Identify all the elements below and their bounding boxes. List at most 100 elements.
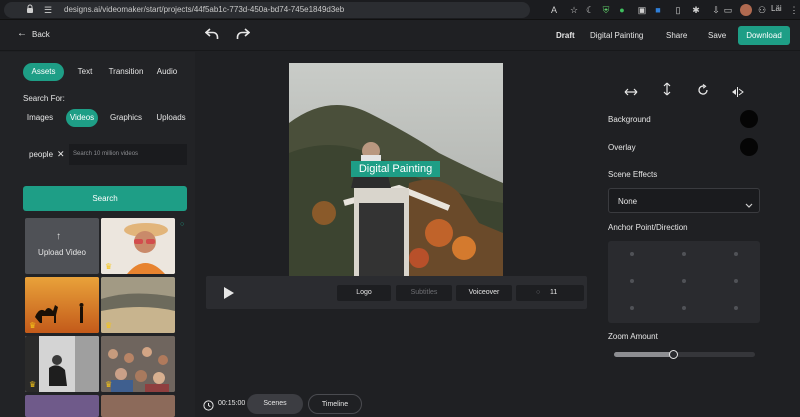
- undo-icon[interactable]: [204, 27, 219, 45]
- download-extension-icon[interactable]: ●: [616, 4, 628, 16]
- anchor-top-left[interactable]: [630, 252, 634, 256]
- arrow-up-icon: ↑: [56, 231, 61, 242]
- clock-icon: [203, 398, 214, 416]
- video-thumb-crowd[interactable]: ♛: [101, 336, 175, 392]
- arrow-left-icon: ←: [17, 28, 27, 39]
- assets-panel: Assets Text Transition Audio Search For:…: [0, 52, 195, 417]
- anchor-center[interactable]: [682, 279, 686, 283]
- filter-images[interactable]: Images: [23, 109, 57, 127]
- video-thumb-person-sitting[interactable]: ♛: [25, 336, 99, 392]
- search-for-label: Search For:: [23, 94, 65, 103]
- scroll-indicator-icon: ○: [180, 221, 185, 228]
- upload-video-button[interactable]: ↑ Upload Video: [25, 218, 99, 274]
- profile-name[interactable]: Läi: [771, 4, 782, 13]
- app-header: ← Back Draft Digital Painting Share Save…: [0, 20, 800, 51]
- mirror-icon[interactable]: [731, 84, 744, 102]
- tab-audio[interactable]: Audio: [152, 63, 182, 81]
- overlay-label: Overlay: [608, 143, 636, 152]
- subtitles-button[interactable]: Subtitles: [396, 285, 452, 301]
- remove-tag-icon[interactable]: ✕: [57, 149, 65, 160]
- logo-button[interactable]: Logo: [337, 285, 391, 301]
- premium-crown-icon: ♛: [105, 380, 113, 389]
- share-button[interactable]: Share: [666, 31, 687, 40]
- filter-graphics[interactable]: Graphics: [106, 109, 146, 127]
- address-bar[interactable]: ☰ designs.ai/videomaker/start/projects/4…: [4, 2, 530, 18]
- anchor-label: Anchor Point/Direction: [608, 223, 688, 232]
- flip-vertical-arrows-icon[interactable]: [662, 82, 672, 101]
- duration-text: 00:15:00: [218, 400, 246, 407]
- zoom-slider[interactable]: [614, 350, 755, 359]
- timeline-tab[interactable]: Timeline: [308, 394, 362, 414]
- search-button[interactable]: Search: [23, 186, 187, 211]
- premium-crown-icon: ♛: [105, 262, 113, 271]
- zoom-slider-fill: [614, 352, 674, 357]
- anchor-bottom-center[interactable]: [682, 306, 686, 310]
- redo-icon[interactable]: [236, 27, 251, 45]
- search-tag: people ✕: [27, 145, 67, 163]
- scene-effect-value: None: [618, 197, 638, 206]
- scene-count-button[interactable]: ○ 11: [516, 285, 584, 301]
- premium-crown-icon: ♛: [29, 380, 37, 389]
- bookmark-star-icon[interactable]: ☆: [568, 4, 580, 16]
- caption-text[interactable]: Digital Painting: [351, 161, 440, 177]
- search-placeholder: Search 10 million videos: [73, 151, 139, 157]
- background-label: Background: [608, 115, 651, 124]
- overlay-color-swatch[interactable]: [740, 138, 758, 156]
- bookmark-icon[interactable]: ▯: [672, 4, 684, 16]
- anchor-top-right[interactable]: [734, 252, 738, 256]
- anchor-top-center[interactable]: [682, 252, 686, 256]
- video-thumb-camel[interactable]: ♛: [25, 277, 99, 333]
- rotate-icon[interactable]: [697, 83, 709, 101]
- lock-icon: [24, 4, 36, 16]
- tab-text[interactable]: Text: [72, 63, 98, 81]
- voiceover-button[interactable]: Voiceover: [456, 285, 512, 301]
- site-info-icon[interactable]: ☰: [42, 4, 54, 16]
- save-button[interactable]: Save: [708, 31, 726, 40]
- download-button[interactable]: Download: [738, 26, 790, 45]
- video-thumb-person-scarf[interactable]: [101, 395, 175, 417]
- layers-icon: ○: [536, 289, 541, 296]
- anchor-point-grid[interactable]: [608, 241, 760, 323]
- scene-count: 11: [550, 289, 558, 296]
- anchor-middle-right[interactable]: [734, 279, 738, 283]
- draft-label: Draft: [556, 31, 575, 40]
- project-name[interactable]: Digital Painting: [590, 31, 643, 40]
- search-tag-label: people: [29, 150, 54, 159]
- screen-icon[interactable]: ▣: [636, 4, 648, 16]
- shield-extension-icon[interactable]: ⛨: [600, 4, 612, 16]
- video-thumb-people-row[interactable]: [25, 395, 99, 417]
- play-icon[interactable]: [224, 286, 234, 304]
- translate-icon[interactable]: A: [548, 4, 560, 16]
- premium-crown-icon: ♛: [105, 321, 113, 330]
- download-icon[interactable]: ⇩: [710, 4, 722, 16]
- chevron-down-icon: [745, 196, 753, 214]
- background-color-swatch[interactable]: [740, 110, 758, 128]
- tab-icon[interactable]: ▭: [722, 4, 734, 16]
- menu-dots-icon[interactable]: ⋮: [788, 4, 800, 16]
- scenes-tab[interactable]: Scenes: [247, 394, 303, 414]
- anchor-middle-left[interactable]: [630, 279, 634, 283]
- anchor-bottom-left[interactable]: [630, 306, 634, 310]
- anchor-bottom-right[interactable]: [734, 306, 738, 310]
- video-thumb-woman-hat[interactable]: ♛: [101, 218, 175, 274]
- upload-label: Upload Video: [38, 248, 86, 257]
- puzzle-extensions-icon[interactable]: ✱: [690, 4, 702, 16]
- filter-uploads[interactable]: Uploads: [153, 109, 189, 127]
- tab-transition[interactable]: Transition: [104, 63, 148, 81]
- search-input[interactable]: Search 10 million videos: [69, 144, 187, 165]
- scene-effects-select[interactable]: None: [608, 188, 760, 213]
- moon-icon[interactable]: ☾: [584, 4, 596, 16]
- flip-horizontal-arrows-icon[interactable]: [624, 84, 638, 102]
- zoom-slider-handle[interactable]: [669, 350, 679, 359]
- profile-icon[interactable]: ⚇: [756, 4, 768, 16]
- zoom-label: Zoom Amount: [608, 332, 658, 341]
- tab-assets[interactable]: Assets: [23, 63, 64, 81]
- video-thumb-beach[interactable]: ♛: [101, 277, 175, 333]
- premium-crown-icon: ♛: [29, 321, 37, 330]
- extension-blue-icon[interactable]: ■: [652, 4, 664, 16]
- avatar[interactable]: [740, 4, 752, 16]
- filter-videos[interactable]: Videos: [66, 109, 98, 127]
- browser-toolbar: ☰ designs.ai/videomaker/start/projects/4…: [0, 0, 800, 20]
- playback-bar: Logo Subtitles Voiceover ○ 11: [206, 276, 587, 309]
- scene-effects-label: Scene Effects: [608, 170, 658, 179]
